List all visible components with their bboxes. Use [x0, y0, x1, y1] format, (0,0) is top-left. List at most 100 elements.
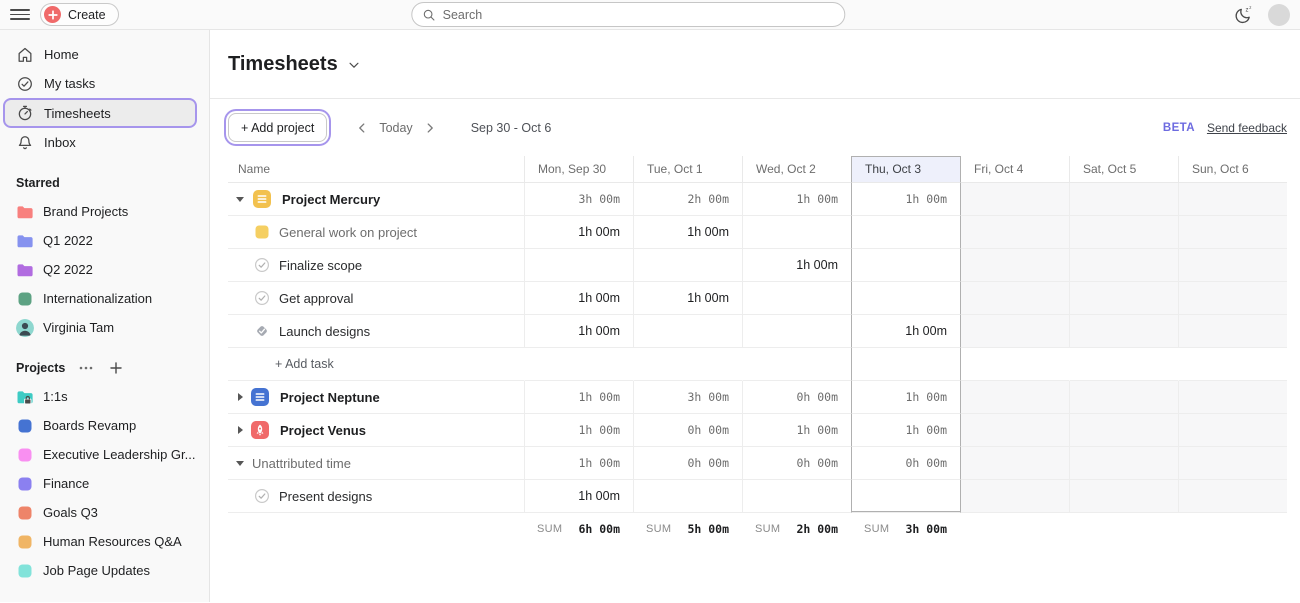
sidebar-item-q2-2022[interactable]: Q2 2022 — [0, 255, 209, 284]
time-cell[interactable] — [1069, 381, 1178, 414]
time-cell[interactable] — [742, 282, 851, 315]
sidebar-item-human-resources[interactable]: Human Resources Q&A — [0, 527, 209, 556]
time-cell[interactable]: 1h 00m — [742, 183, 851, 216]
time-cell[interactable]: 1h 00m — [524, 447, 633, 480]
sidebar-item-1-1s[interactable]: 1:1s — [0, 382, 209, 411]
user-avatar[interactable] — [1268, 4, 1290, 26]
time-cell[interactable] — [960, 414, 1069, 447]
row-name-cell[interactable]: Unattributed time — [228, 447, 524, 480]
add-project-plus-icon[interactable] — [107, 361, 125, 375]
time-cell[interactable]: 0h 00m — [633, 447, 742, 480]
row-name-cell[interactable]: Present designs — [228, 480, 524, 513]
create-button[interactable]: Create — [40, 3, 119, 26]
sidebar-item-executive-leadership[interactable]: Executive Leadership Gr... — [0, 440, 209, 469]
time-cell[interactable] — [960, 183, 1069, 216]
time-cell[interactable]: 1h 00m — [524, 216, 633, 249]
time-cell[interactable] — [960, 216, 1069, 249]
time-cell[interactable]: 1h 00m — [524, 282, 633, 315]
time-cell[interactable]: 0h 00m — [851, 447, 960, 480]
time-cell[interactable] — [1178, 183, 1287, 216]
milestone-complete-icon[interactable] — [254, 323, 270, 339]
time-cell[interactable] — [1178, 282, 1287, 315]
time-cell[interactable] — [742, 315, 851, 348]
time-cell[interactable]: 1h 00m — [524, 480, 633, 513]
today-button[interactable]: Today — [379, 121, 412, 135]
time-cell[interactable] — [851, 216, 960, 249]
time-cell[interactable] — [742, 216, 851, 249]
time-cell[interactable]: 1h 00m — [524, 315, 633, 348]
time-cell[interactable] — [1178, 249, 1287, 282]
time-cell[interactable]: 1h 00m — [851, 381, 960, 414]
time-cell[interactable]: 0h 00m — [742, 381, 851, 414]
collapse-chevron-icon[interactable] — [236, 461, 244, 466]
sidebar-item-virginia-tam[interactable]: Virginia Tam — [0, 313, 209, 342]
sidebar-item-timesheets[interactable]: Timesheets — [3, 98, 197, 128]
row-name-cell[interactable]: Finalize scope — [228, 249, 524, 282]
row-name-cell[interactable]: General work on project — [228, 216, 524, 249]
time-cell[interactable] — [960, 447, 1069, 480]
time-cell[interactable] — [524, 249, 633, 282]
time-cell[interactable]: 1h 00m — [851, 414, 960, 447]
add-project-button[interactable]: + Add project — [228, 113, 327, 142]
search-input[interactable] — [443, 8, 835, 22]
sidebar-item-brand-projects[interactable]: Brand Projects — [0, 197, 209, 226]
time-cell[interactable]: 1h 00m — [633, 282, 742, 315]
time-cell[interactable] — [1178, 414, 1287, 447]
time-cell[interactable] — [1178, 216, 1287, 249]
time-cell[interactable] — [1069, 480, 1178, 513]
time-cell[interactable] — [1069, 315, 1178, 348]
time-cell[interactable]: 1h 00m — [851, 183, 960, 216]
time-cell[interactable] — [1178, 447, 1287, 480]
expand-chevron-icon[interactable] — [238, 393, 243, 401]
hamburger-menu-icon[interactable] — [10, 5, 30, 25]
do-not-disturb-moon-icon[interactable]: z z — [1234, 5, 1254, 25]
time-cell[interactable] — [1069, 183, 1178, 216]
time-cell[interactable] — [1178, 480, 1287, 513]
sidebar-item-goals-q3[interactable]: Goals Q3 — [0, 498, 209, 527]
add-task-cell[interactable]: + Add task — [228, 348, 524, 381]
sidebar-item-job-page-updates[interactable]: Job Page Updates — [0, 556, 209, 585]
time-cell[interactable] — [960, 480, 1069, 513]
row-name-cell[interactable]: Get approval — [228, 282, 524, 315]
sidebar-item-home[interactable]: Home — [0, 40, 209, 69]
time-cell[interactable] — [633, 315, 742, 348]
time-cell[interactable]: 0h 00m — [633, 414, 742, 447]
time-cell[interactable]: 1h 00m — [742, 249, 851, 282]
time-cell[interactable] — [1178, 381, 1287, 414]
time-cell[interactable] — [633, 480, 742, 513]
send-feedback-link[interactable]: Send feedback — [1207, 121, 1287, 135]
sidebar-item-boards-revamp[interactable]: Boards Revamp — [0, 411, 209, 440]
page-title-dropdown[interactable]: Timesheets — [228, 53, 361, 76]
add-task-button[interactable]: + Add task — [275, 357, 334, 371]
check-circle-icon[interactable] — [254, 257, 270, 273]
row-name-cell[interactable]: Project Venus — [228, 414, 524, 447]
time-cell[interactable] — [960, 282, 1069, 315]
time-cell[interactable]: 1h 00m — [524, 414, 633, 447]
next-week-button[interactable] — [419, 117, 441, 139]
time-cell[interactable] — [742, 480, 851, 513]
time-cell[interactable] — [633, 249, 742, 282]
time-cell[interactable] — [960, 249, 1069, 282]
time-cell[interactable]: 2h 00m — [633, 183, 742, 216]
time-cell[interactable]: 3h 00m — [633, 381, 742, 414]
time-cell[interactable] — [1069, 216, 1178, 249]
time-cell[interactable] — [851, 282, 960, 315]
sidebar-item-finance[interactable]: Finance — [0, 469, 209, 498]
search-bar[interactable] — [411, 2, 845, 27]
time-cell[interactable] — [851, 480, 960, 513]
time-cell[interactable] — [1069, 447, 1178, 480]
sidebar-item-inbox[interactable]: Inbox — [0, 128, 209, 157]
sidebar-item-my-tasks[interactable]: My tasks — [0, 69, 209, 98]
time-cell[interactable] — [1069, 249, 1178, 282]
more-icon[interactable] — [77, 361, 95, 375]
expand-chevron-icon[interactable] — [238, 426, 243, 434]
row-name-cell[interactable]: Launch designs — [228, 315, 524, 348]
row-name-cell[interactable]: Project Neptune — [228, 381, 524, 414]
time-cell[interactable] — [960, 381, 1069, 414]
time-cell[interactable] — [960, 315, 1069, 348]
time-cell[interactable]: 3h 00m — [524, 183, 633, 216]
row-name-cell[interactable]: Project Mercury — [228, 183, 524, 216]
time-cell[interactable]: 1h 00m — [742, 414, 851, 447]
time-cell[interactable]: 1h 00m — [851, 315, 960, 348]
time-cell[interactable] — [1069, 414, 1178, 447]
